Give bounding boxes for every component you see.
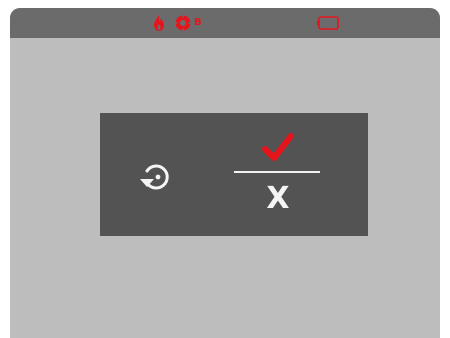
cancel-button[interactable]: X [262, 183, 294, 215]
battery-icon [317, 16, 339, 30]
checkmark-icon[interactable] [262, 133, 294, 161]
ev-mode-badge: B [194, 17, 202, 28]
confirm-cancel-selector: X [234, 131, 322, 223]
status-bar: B [10, 8, 440, 38]
rotate-icon[interactable] [134, 157, 178, 195]
fraction-divider [234, 171, 320, 173]
camera-screen: B X [10, 8, 440, 338]
confirmation-dialog: X [100, 113, 368, 236]
flash-icon [154, 15, 164, 31]
